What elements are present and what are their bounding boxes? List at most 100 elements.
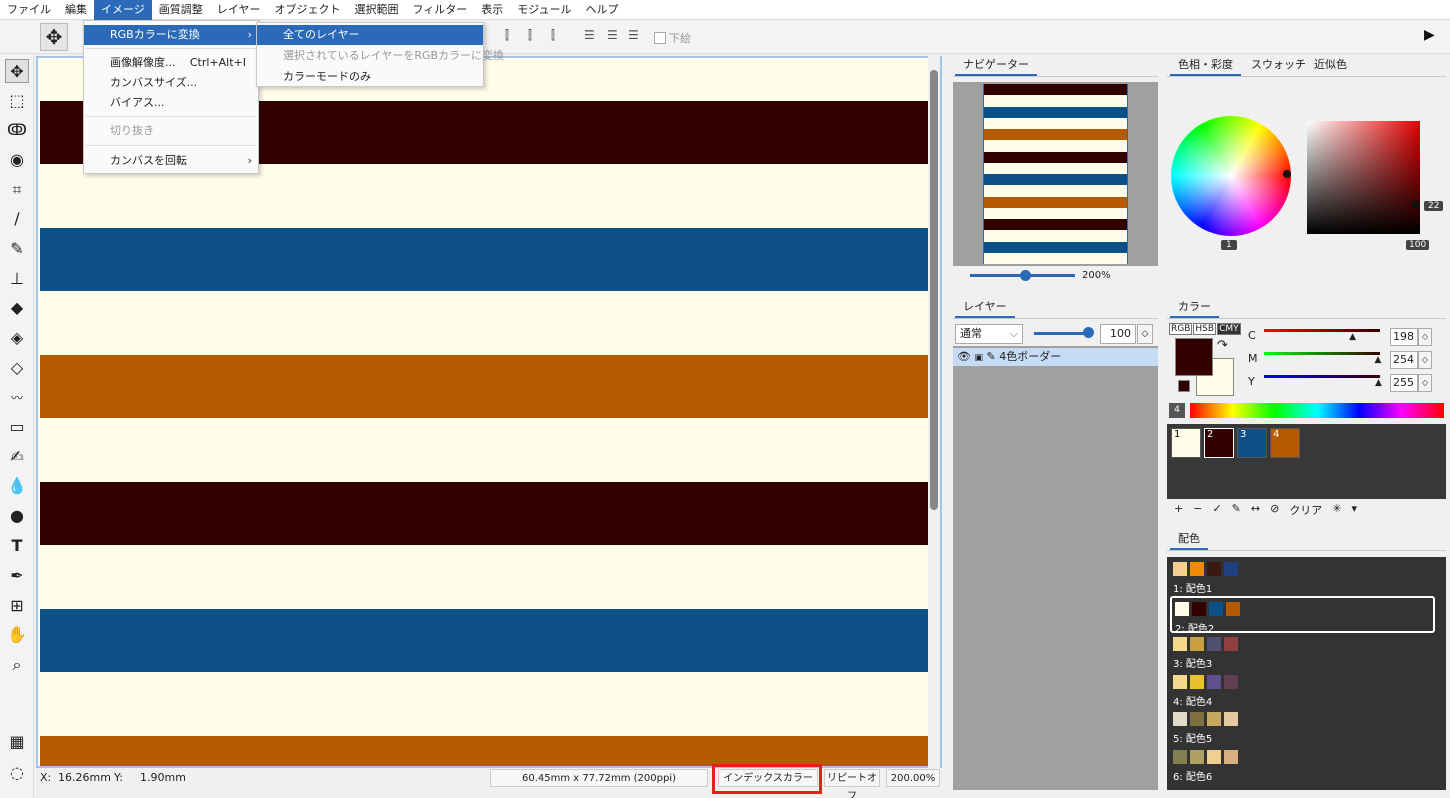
opacity-spinner[interactable]: ◇ xyxy=(1137,324,1153,344)
saturation-brightness-square[interactable] xyxy=(1307,121,1420,234)
eraser-icon[interactable]: ◆ xyxy=(5,296,29,320)
dropdown-icon[interactable]: ▾ xyxy=(1352,502,1358,518)
rect-select-icon[interactable]: ⬚ xyxy=(5,89,29,113)
text-icon[interactable]: T xyxy=(5,534,29,558)
quick-mask-icon[interactable]: ◌ xyxy=(5,761,29,785)
menu-6[interactable]: 選択範囲 xyxy=(347,0,405,20)
hand-icon[interactable]: ✋ xyxy=(5,623,29,647)
align-bottom-icon[interactable]: ☰ xyxy=(628,28,639,42)
crop-icon[interactable]: ⌗ xyxy=(5,178,29,202)
tab-hue-saturation[interactable]: 色相・彩度 xyxy=(1170,54,1241,76)
slider-spinner[interactable]: ◇ xyxy=(1418,328,1432,346)
hue-wheel[interactable] xyxy=(1171,116,1291,236)
slider-value[interactable]: 254 xyxy=(1390,351,1418,369)
color-mode-hsb[interactable]: HSB xyxy=(1193,323,1217,335)
mini-front-color[interactable] xyxy=(1178,380,1190,392)
tab-color-scheme[interactable]: 配色 xyxy=(1170,528,1208,550)
tab-swatch[interactable]: スウォッチ xyxy=(1243,54,1314,76)
distribute-right-icon[interactable]: ⫿ xyxy=(551,28,555,43)
sv-marker[interactable] xyxy=(1412,201,1419,208)
gradient-fill-icon[interactable]: ◇ xyxy=(5,356,29,380)
lock-icon[interactable]: ▣ xyxy=(974,353,983,363)
check-icon[interactable]: ✓ xyxy=(1212,502,1221,518)
expand-right-icon[interactable]: ▶ xyxy=(1424,27,1435,43)
color-scheme-item[interactable]: 2: 配色2 xyxy=(1170,595,1435,635)
opacity-knob[interactable] xyxy=(1083,327,1094,338)
fill-icon[interactable]: ◈ xyxy=(5,326,29,350)
magic-wand-icon[interactable]: ◉ xyxy=(5,148,29,172)
brush-icon[interactable]: ✎ xyxy=(5,237,29,261)
tab-similar-color[interactable]: 近似色 xyxy=(1306,54,1355,76)
zoom-icon[interactable]: ⌕ xyxy=(5,653,29,677)
align-top-icon[interactable]: ☰ xyxy=(584,28,595,42)
rgb-submenu-item-0[interactable]: 全てのレイヤー xyxy=(257,25,483,45)
hue-marker[interactable] xyxy=(1283,170,1291,178)
menu-0[interactable]: ファイル xyxy=(0,0,58,20)
swatch[interactable]: 4 xyxy=(1270,428,1300,458)
distribute-center-icon[interactable]: ⫿ xyxy=(528,28,532,43)
layer-name[interactable]: 4色ボーダー xyxy=(999,350,1061,363)
blur-icon[interactable]: 💧 xyxy=(5,474,29,498)
pattern-icon[interactable]: 〰 xyxy=(5,386,29,410)
slider-value[interactable]: 255 xyxy=(1390,374,1418,392)
slider-spinner[interactable]: ◇ xyxy=(1418,374,1432,392)
swatch[interactable]: 3 xyxy=(1237,428,1267,458)
underdraw-option[interactable]: 下絵 xyxy=(654,30,691,46)
underdraw-checkbox[interactable] xyxy=(654,32,666,44)
color-mode-rgb[interactable]: RGB xyxy=(1169,323,1193,335)
menu-9[interactable]: モジュール xyxy=(510,0,578,20)
align-middle-icon[interactable]: ☰ xyxy=(607,28,618,42)
layer-row[interactable]: 👁 ▣ ✎ 4色ボーダー xyxy=(953,348,1158,366)
image-menu-item-3[interactable]: バイアス... xyxy=(84,93,258,113)
sparkle-icon[interactable]: ✳ xyxy=(1332,502,1341,518)
color-scheme-item[interactable]: 3: 配色3 xyxy=(1170,633,1435,670)
slider-track[interactable] xyxy=(1264,375,1380,378)
pen-icon[interactable]: ✒ xyxy=(5,564,29,588)
menu-4[interactable]: レイヤー xyxy=(210,0,268,20)
slider-knob[interactable]: ▲ xyxy=(1349,332,1356,342)
opacity-slider[interactable] xyxy=(1034,332,1090,335)
eye-icon[interactable]: 👁 xyxy=(957,350,971,363)
slider-value[interactable]: 198 xyxy=(1390,328,1418,346)
clear-button[interactable]: クリア xyxy=(1289,502,1322,518)
color-scheme-item[interactable]: 4: 配色4 xyxy=(1170,671,1435,708)
slider-knob[interactable]: ▲ xyxy=(1375,355,1382,365)
front-color[interactable] xyxy=(1175,338,1213,376)
no-icon[interactable]: ⊘ xyxy=(1270,502,1279,518)
slider-track[interactable] xyxy=(1264,329,1380,332)
move-tool-icon[interactable]: ✥ xyxy=(5,59,29,83)
swap-colors-icon[interactable]: ↷ xyxy=(1217,338,1228,353)
menu-1[interactable]: 編集 xyxy=(58,0,94,20)
ruler-icon[interactable]: ▦ xyxy=(5,730,29,754)
eyedropper-icon[interactable]: ∕ xyxy=(5,207,29,231)
menu-10[interactable]: ヘルプ xyxy=(578,0,625,20)
slider-spinner[interactable]: ◇ xyxy=(1418,351,1432,369)
move-tool-icon[interactable]: ✥ xyxy=(40,23,68,51)
pencil-icon[interactable]: ✎ xyxy=(1232,502,1241,518)
color-spectrum[interactable] xyxy=(1190,403,1444,418)
image-menu-item-0[interactable]: RGBカラーに変換 › xyxy=(84,25,258,45)
swap-icon[interactable]: ↔ xyxy=(1251,502,1260,518)
repeat-button[interactable]: リピートオフ xyxy=(824,769,880,798)
tab-color[interactable]: カラー xyxy=(1170,296,1219,318)
tab-navigator[interactable]: ナビゲーター xyxy=(955,54,1037,76)
dodge-icon[interactable]: ● xyxy=(5,504,29,528)
slider-knob[interactable]: ▲ xyxy=(1375,378,1382,388)
color-scheme-item[interactable]: 5: 配色5 xyxy=(1170,708,1435,745)
blend-mode-select[interactable]: 通常 ⌵ xyxy=(955,324,1023,344)
swatch[interactable]: 2 xyxy=(1204,428,1234,458)
shape-icon[interactable]: ▭ xyxy=(5,415,29,439)
distribute-left-icon[interactable]: ⫿ xyxy=(505,28,509,43)
slider-track[interactable] xyxy=(1264,352,1380,355)
swatch[interactable]: 1 xyxy=(1171,428,1201,458)
rgb-submenu-item-2[interactable]: カラーモードのみ xyxy=(257,67,483,87)
image-menu-item-1[interactable]: 画像解像度... Ctrl+Alt+I xyxy=(84,53,258,73)
image-menu-item-2[interactable]: カンバスサイズ... xyxy=(84,73,258,93)
opacity-input[interactable]: 100 xyxy=(1100,324,1136,344)
zoom-value[interactable]: 200.00% xyxy=(886,769,940,787)
menu-7[interactable]: フィルター xyxy=(405,0,474,20)
tab-layers[interactable]: レイヤー xyxy=(955,296,1015,318)
edit-icon[interactable]: ✎ xyxy=(986,350,995,363)
lasso-icon[interactable]: ↂ xyxy=(5,118,29,142)
navigator-zoom-knob[interactable] xyxy=(1020,270,1031,281)
